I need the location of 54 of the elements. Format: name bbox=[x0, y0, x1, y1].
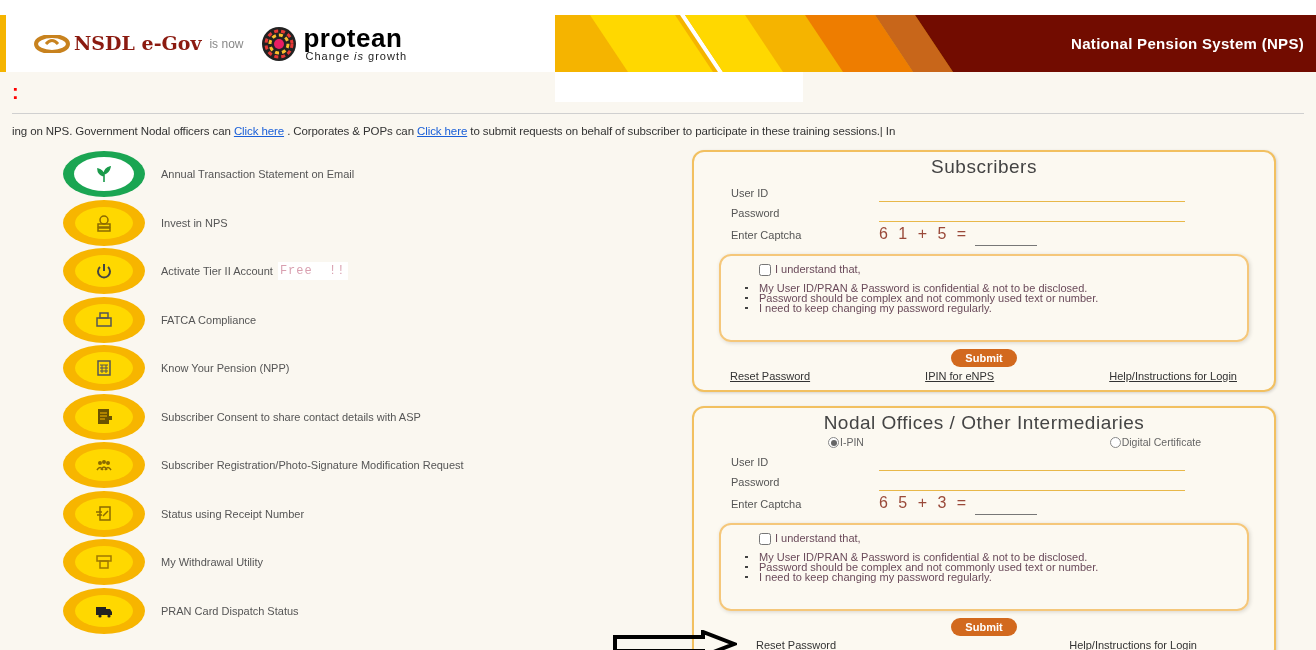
field-label: Password bbox=[731, 475, 781, 490]
printer-icon[interactable] bbox=[63, 296, 145, 343]
service-link[interactable]: Know Your Pension (NPP) bbox=[161, 360, 290, 377]
captcha-image: 6 5 + 3 = bbox=[878, 492, 971, 513]
consent-point: My User ID/PRAN & Password is confidential & not to be disclosed. bbox=[759, 551, 1089, 562]
free-badge: Free !! bbox=[277, 262, 348, 281]
truck-icon[interactable] bbox=[63, 587, 145, 634]
power-icon[interactable] bbox=[63, 248, 145, 295]
field-label: User ID bbox=[731, 455, 770, 470]
service-link[interactable]: Invest in NPS bbox=[161, 214, 228, 231]
service-link[interactable]: My Withdrawal Utility bbox=[161, 554, 264, 571]
field-label: User ID bbox=[731, 186, 770, 201]
consent-point: My User ID/PRAN & Password is confidential & not to be disclosed. bbox=[759, 282, 1089, 293]
radio-option[interactable]: I-PIN bbox=[828, 434, 864, 451]
document-icon[interactable] bbox=[63, 393, 145, 440]
login-link[interactable]: IPIN for eNPS bbox=[925, 367, 995, 384]
service-link[interactable]: PRAN Card Dispatch Status bbox=[161, 602, 299, 619]
radio-option[interactable]: Digital Certificate bbox=[1109, 434, 1201, 451]
panel-title: Nodal Offices / Other Intermediaries bbox=[823, 411, 1145, 435]
brand-tagline: Change is growth bbox=[305, 51, 408, 62]
service-link[interactable]: Status using Receipt Number bbox=[161, 505, 305, 522]
notice-text: ing on NPS. Government Nodal officers can Click here . Corporates & POPs can Click here to submit requests on behalf of subscriber to participate in these training sessions.| In bbox=[12, 124, 897, 138]
calculator-icon[interactable] bbox=[63, 345, 145, 392]
field-label: Password bbox=[731, 206, 781, 221]
logo-icon bbox=[34, 34, 70, 53]
login-link[interactable]: Help/Instructions for Login bbox=[1109, 367, 1237, 384]
consent-checkbox[interactable] bbox=[759, 263, 771, 276]
notice-link[interactable]: Click here bbox=[417, 125, 468, 137]
field-label: Enter Captcha bbox=[731, 497, 803, 512]
captcha-image: 6 1 + 5 = bbox=[878, 223, 971, 244]
service-link[interactable]: Annual Transaction Statement on Email bbox=[161, 166, 355, 183]
submit-button[interactable]: Submit bbox=[951, 348, 1017, 367]
brand-caption: is now bbox=[209, 35, 244, 53]
login-link[interactable]: Reset Password bbox=[730, 367, 811, 384]
brand-name: NSDL e-Gov bbox=[74, 31, 202, 57]
field-label: Enter Captcha bbox=[731, 228, 803, 243]
consent-checkbox[interactable] bbox=[759, 532, 771, 545]
alert-mark: : bbox=[12, 82, 19, 102]
service-link[interactable]: Subscriber Registration/Photo-Signature Modification Request bbox=[161, 457, 464, 474]
submit-button[interactable]: Submit bbox=[951, 617, 1017, 636]
coins-icon[interactable] bbox=[63, 199, 145, 246]
panel-title: Subscribers bbox=[931, 155, 1037, 179]
service-link[interactable]: FATCA Compliance bbox=[161, 311, 257, 328]
login-link[interactable]: Reset Password bbox=[756, 636, 837, 650]
checkbox-label: I understand that, bbox=[775, 262, 861, 278]
checkbox-label: I understand that, bbox=[775, 531, 861, 547]
leaf-icon[interactable] bbox=[63, 151, 145, 198]
site-title: National Pension System (NPS) bbox=[1071, 34, 1304, 54]
login-link[interactable]: Help/Instructions for Login bbox=[1069, 636, 1197, 650]
service-link[interactable]: Subscriber Consent to share contact details with ASP bbox=[161, 408, 421, 425]
notice-link[interactable]: Click here bbox=[233, 125, 285, 137]
service-link[interactable]: Activate Tier II Account bbox=[161, 263, 273, 280]
brand-name: protean bbox=[303, 25, 403, 51]
receipt-icon[interactable] bbox=[63, 490, 145, 537]
